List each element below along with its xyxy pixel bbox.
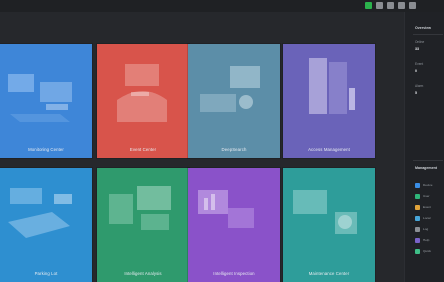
management-item-event[interactable]: Event (415, 204, 431, 210)
management-item-quick[interactable]: Quick (415, 248, 431, 254)
stat-label: Online (415, 40, 425, 44)
tile-parking-lot[interactable]: Parking Lot (0, 168, 92, 282)
management-item-label: Event (423, 205, 431, 209)
management-item-help[interactable]: Help (415, 237, 429, 243)
management-item-device[interactable]: Device (415, 182, 432, 188)
management-item-label: Device (423, 183, 433, 187)
module-grid: Monitoring Center Event Center DeepSearc… (0, 44, 400, 282)
lock-icon[interactable] (387, 2, 394, 9)
tile-label: Maintenance Center (308, 271, 350, 276)
stat-value: 0 (415, 69, 417, 73)
tile-access-management[interactable]: Access Management (283, 44, 375, 158)
management-item-label: Help (423, 238, 430, 242)
tile-label: Event Center (129, 147, 157, 152)
tile-label: DeepSearch (221, 147, 247, 152)
monitor-workstation-icon (8, 74, 72, 122)
management-item-log[interactable]: Log (415, 226, 428, 232)
divider (413, 160, 443, 161)
management-item-label: Log (423, 227, 429, 231)
right-panel: Overview Online 33 Event 0 Alarm 5 Manag… (404, 12, 444, 282)
local-icon (415, 215, 420, 221)
device-icon (415, 182, 420, 188)
tile-intelligent-analysis[interactable]: Intelligent Analysis (97, 168, 189, 282)
maintenance-screen-icon (293, 190, 357, 234)
tile-monitoring-center[interactable]: Monitoring Center (0, 44, 92, 158)
app-icon[interactable] (365, 2, 372, 9)
management-item-local[interactable]: Local (415, 215, 430, 221)
event-alarm-icon (117, 64, 167, 122)
stat-value: 5 (415, 91, 417, 95)
tile-label: Intelligent Analysis (124, 271, 162, 276)
tile-intelligent-inspection[interactable]: Intelligent Inspection (188, 168, 280, 282)
management-title: Management (415, 166, 437, 170)
log-icon (415, 226, 420, 232)
user-icon (415, 193, 420, 199)
overview-title: Overview (415, 26, 431, 30)
divider (413, 34, 443, 35)
management-item-label: Quick (423, 249, 431, 253)
stat-value: 33 (415, 47, 419, 51)
tile-label: Monitoring Center (28, 147, 64, 152)
door-person-icon (309, 58, 355, 114)
quick-icon (415, 248, 420, 254)
stat-label: Alarm (415, 84, 424, 88)
menu-icon[interactable] (409, 2, 416, 9)
tile-label: Parking Lot (34, 271, 58, 276)
search-screen-icon (200, 66, 260, 112)
tile-deepsearch[interactable]: DeepSearch (188, 44, 280, 158)
event-icon (415, 204, 420, 210)
user-icon[interactable] (376, 2, 383, 9)
help-icon (415, 237, 420, 243)
settings-icon[interactable] (398, 2, 405, 9)
inspection-chart-icon (198, 190, 254, 228)
tile-maintenance-center[interactable]: Maintenance Center (283, 168, 375, 282)
window-controls (365, 2, 416, 10)
title-bar (0, 0, 444, 12)
management-item-label: Local (423, 216, 431, 220)
analysis-server-icon (109, 186, 171, 230)
management-item-user[interactable]: User (415, 193, 430, 199)
management-item-label: User (423, 194, 430, 198)
parking-camera-icon (8, 188, 72, 238)
stat-label: Event (415, 62, 424, 66)
tile-event-center[interactable]: Event Center (97, 44, 189, 158)
tile-label: Intelligent Inspection (213, 271, 255, 276)
tile-label: Access Management (308, 147, 350, 152)
